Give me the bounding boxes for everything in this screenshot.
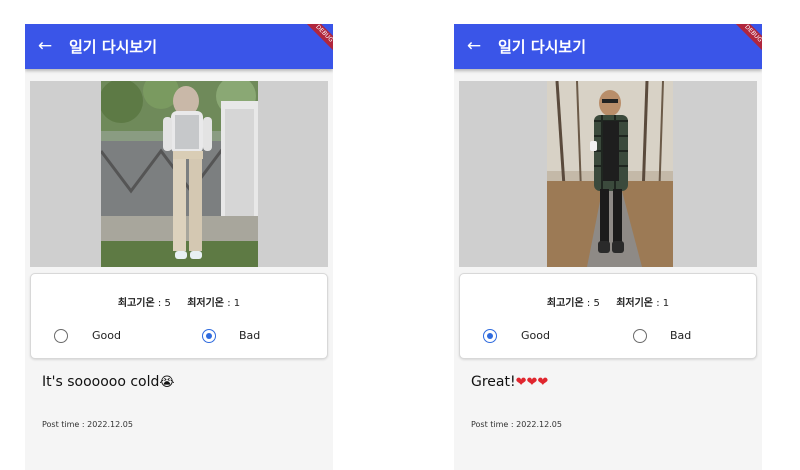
back-arrow-icon[interactable]: ← (454, 24, 494, 69)
page-title: 일기 다시보기 (498, 38, 587, 56)
temperature-row: 최고기온 : 5 최저기온 : 1 (31, 294, 327, 309)
app-bar: ← 일기 다시보기 DEBUG (454, 24, 762, 69)
debug-banner: DEBUG (733, 24, 762, 54)
min-temp-label: 최저기온 (616, 298, 653, 309)
post-time: Post time : 2022.12.05 (471, 420, 562, 429)
diary-screen: ← 일기 다시보기 DEBUG 최고기온: 5 최저기온: 1 Good B… (25, 24, 333, 470)
good-radio[interactable] (483, 329, 497, 343)
back-arrow-icon[interactable]: ← (25, 24, 65, 69)
heart-emoji-icon: ❤❤❤ (515, 375, 549, 390)
outfit-photo (101, 81, 258, 267)
bad-radio[interactable] (633, 329, 647, 343)
diary-text-body: It's soooooo cold (42, 374, 160, 390)
diary-text: It's soooooo cold😭 (42, 374, 175, 390)
outfit-photo (547, 81, 673, 267)
mood-radio-group: Good Bad (460, 329, 756, 345)
page-title: 일기 다시보기 (69, 38, 158, 56)
max-temp-label: 최고기온 (546, 298, 584, 309)
app-bar: ← 일기 다시보기 DEBUG (25, 24, 333, 69)
bad-radio-label[interactable]: Bad (670, 329, 691, 343)
weather-card: 최고기온 : 5 최저기온 : 1 Good Bad (30, 273, 328, 359)
mood-radio-group: Good Bad (31, 329, 327, 345)
bad-radio[interactable] (202, 329, 216, 343)
diary-screen: ← 일기 다시보기 DEBUG 최고기온: 5 최저기온: 1 Good B… (454, 24, 762, 470)
min-temp-value: : 1 (656, 298, 670, 309)
diary-text: Great!❤❤❤ (471, 374, 548, 390)
min-temp-label: 최저기온 (187, 298, 224, 309)
debug-banner: DEBUG (304, 24, 333, 54)
photo-frame (459, 81, 757, 267)
good-radio-label[interactable]: Good (92, 329, 121, 343)
weather-card: 최고기온 : 5 최저기온 : 1 Good Bad (459, 273, 757, 359)
max-temp-value: : 5 (586, 298, 600, 309)
min-temp-value: : 1 (227, 298, 241, 309)
good-radio[interactable] (54, 329, 68, 343)
max-temp-label: 최고기온 (117, 298, 155, 309)
bad-radio-label[interactable]: Bad (239, 329, 260, 343)
temperature-row: 최고기온 : 5 최저기온 : 1 (460, 294, 756, 309)
good-radio-label[interactable]: Good (521, 329, 550, 343)
crying-emoji-icon: 😭 (159, 375, 175, 390)
max-temp-value: : 5 (157, 298, 171, 309)
post-time: Post time : 2022.12.05 (42, 420, 133, 429)
diary-text-body: Great! (471, 374, 516, 390)
photo-frame (30, 81, 328, 267)
